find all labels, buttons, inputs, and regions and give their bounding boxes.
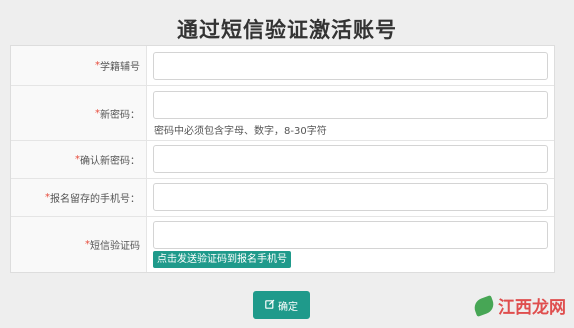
watermark-text: 江西龙网 bbox=[498, 298, 566, 318]
confirm-password-label-text: 确认新密码： bbox=[80, 156, 140, 167]
student-number-input[interactable] bbox=[153, 52, 548, 80]
confirm-button-label: 确定 bbox=[278, 301, 298, 313]
confirm-button[interactable]: 确定 bbox=[253, 291, 310, 319]
confirm-password-input[interactable] bbox=[153, 145, 548, 173]
activation-form: * 学籍辅号 * 新密码： 密码中必须包含字母、数字，8-30字符 * 确认新密码： … bbox=[10, 45, 555, 273]
phone-input[interactable] bbox=[153, 183, 548, 211]
new-password-input[interactable] bbox=[153, 91, 548, 119]
sms-code-input[interactable] bbox=[153, 221, 548, 249]
student-number-label: * 学籍辅号 bbox=[11, 46, 147, 85]
form-row-student-number: * 学籍辅号 bbox=[11, 46, 554, 86]
confirm-password-label: * 确认新密码： bbox=[11, 141, 147, 178]
form-row-confirm-password: * 确认新密码： bbox=[11, 141, 554, 179]
student-number-label-text: 学籍辅号 bbox=[100, 62, 140, 73]
send-sms-code-button[interactable]: 点击发送验证码到报名手机号 bbox=[153, 251, 291, 268]
phone-label: * 报名留存的手机号： bbox=[11, 179, 147, 216]
form-row-phone: * 报名留存的手机号： bbox=[11, 179, 554, 217]
leaf-logo-icon bbox=[471, 294, 497, 317]
sms-code-label: * 短信验证码 bbox=[11, 217, 147, 272]
phone-label-text: 报名留存的手机号： bbox=[50, 194, 140, 205]
page-title: 通过短信验证激活账号 bbox=[177, 18, 397, 42]
new-password-label-text: 新密码： bbox=[100, 109, 140, 121]
edit-icon bbox=[265, 299, 275, 312]
watermark: 江西龙网 bbox=[471, 293, 566, 318]
form-row-sms-code: * 短信验证码 点击发送验证码到报名手机号 bbox=[11, 217, 554, 272]
new-password-label: * 新密码： bbox=[11, 86, 147, 140]
password-hint: 密码中必须包含字母、数字，8-30字符 bbox=[154, 126, 327, 137]
sms-code-label-text: 短信验证码 bbox=[90, 241, 140, 252]
form-row-new-password: * 新密码： 密码中必须包含字母、数字，8-30字符 bbox=[11, 86, 554, 141]
